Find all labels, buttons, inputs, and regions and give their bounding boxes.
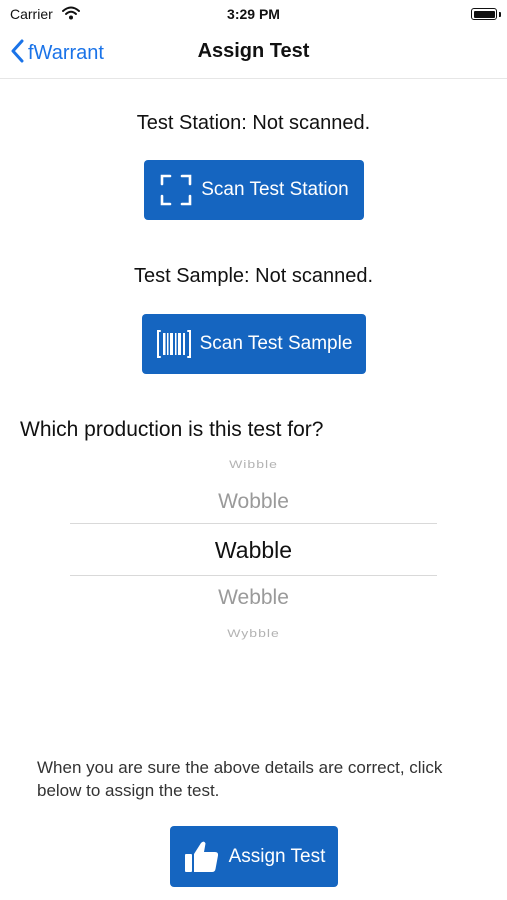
- thumbs-up-icon: [183, 840, 221, 874]
- battery-icon: [471, 8, 497, 20]
- battery-tip: [499, 12, 501, 17]
- picker-option[interactable]: Wobble: [70, 490, 437, 514]
- picker-selection-bottom-line: [70, 575, 437, 576]
- assign-instructions: When you are sure the above details are …: [37, 758, 443, 800]
- scan-frame-icon: [159, 173, 193, 207]
- scan-test-station-label: Scan Test Station: [201, 179, 349, 200]
- sample-status: Test Sample: Not scanned.: [133, 265, 373, 287]
- scan-test-sample-label: Scan Test Sample: [199, 333, 353, 354]
- picker-option[interactable]: Wibble: [70, 458, 437, 471]
- scan-test-station-button[interactable]: Scan Test Station: [144, 160, 364, 220]
- status-bar: Carrier 3:29 PM: [0, 0, 507, 28]
- scan-test-sample-button[interactable]: Scan Test Sample: [142, 314, 366, 374]
- navigation-bar: fWarrant Assign Test: [0, 28, 507, 79]
- page-title: Assign Test: [197, 40, 310, 62]
- assign-test-button[interactable]: Assign Test: [170, 826, 338, 887]
- picker-selection-top-line: [70, 523, 437, 524]
- picker-option[interactable]: Webble: [70, 586, 437, 610]
- picker-option-selected[interactable]: Wabble: [70, 537, 437, 564]
- production-question: Which production is this test for?: [20, 418, 324, 441]
- barcode-icon: [156, 328, 192, 360]
- production-picker[interactable]: Wibble Wobble Wabble Webble Wybble: [70, 452, 437, 647]
- clock: 3:29 PM: [227, 6, 280, 22]
- assign-test-label: Assign Test: [228, 845, 326, 867]
- station-status: Test Station: Not scanned.: [136, 112, 371, 134]
- picker-option[interactable]: Wybble: [70, 627, 437, 640]
